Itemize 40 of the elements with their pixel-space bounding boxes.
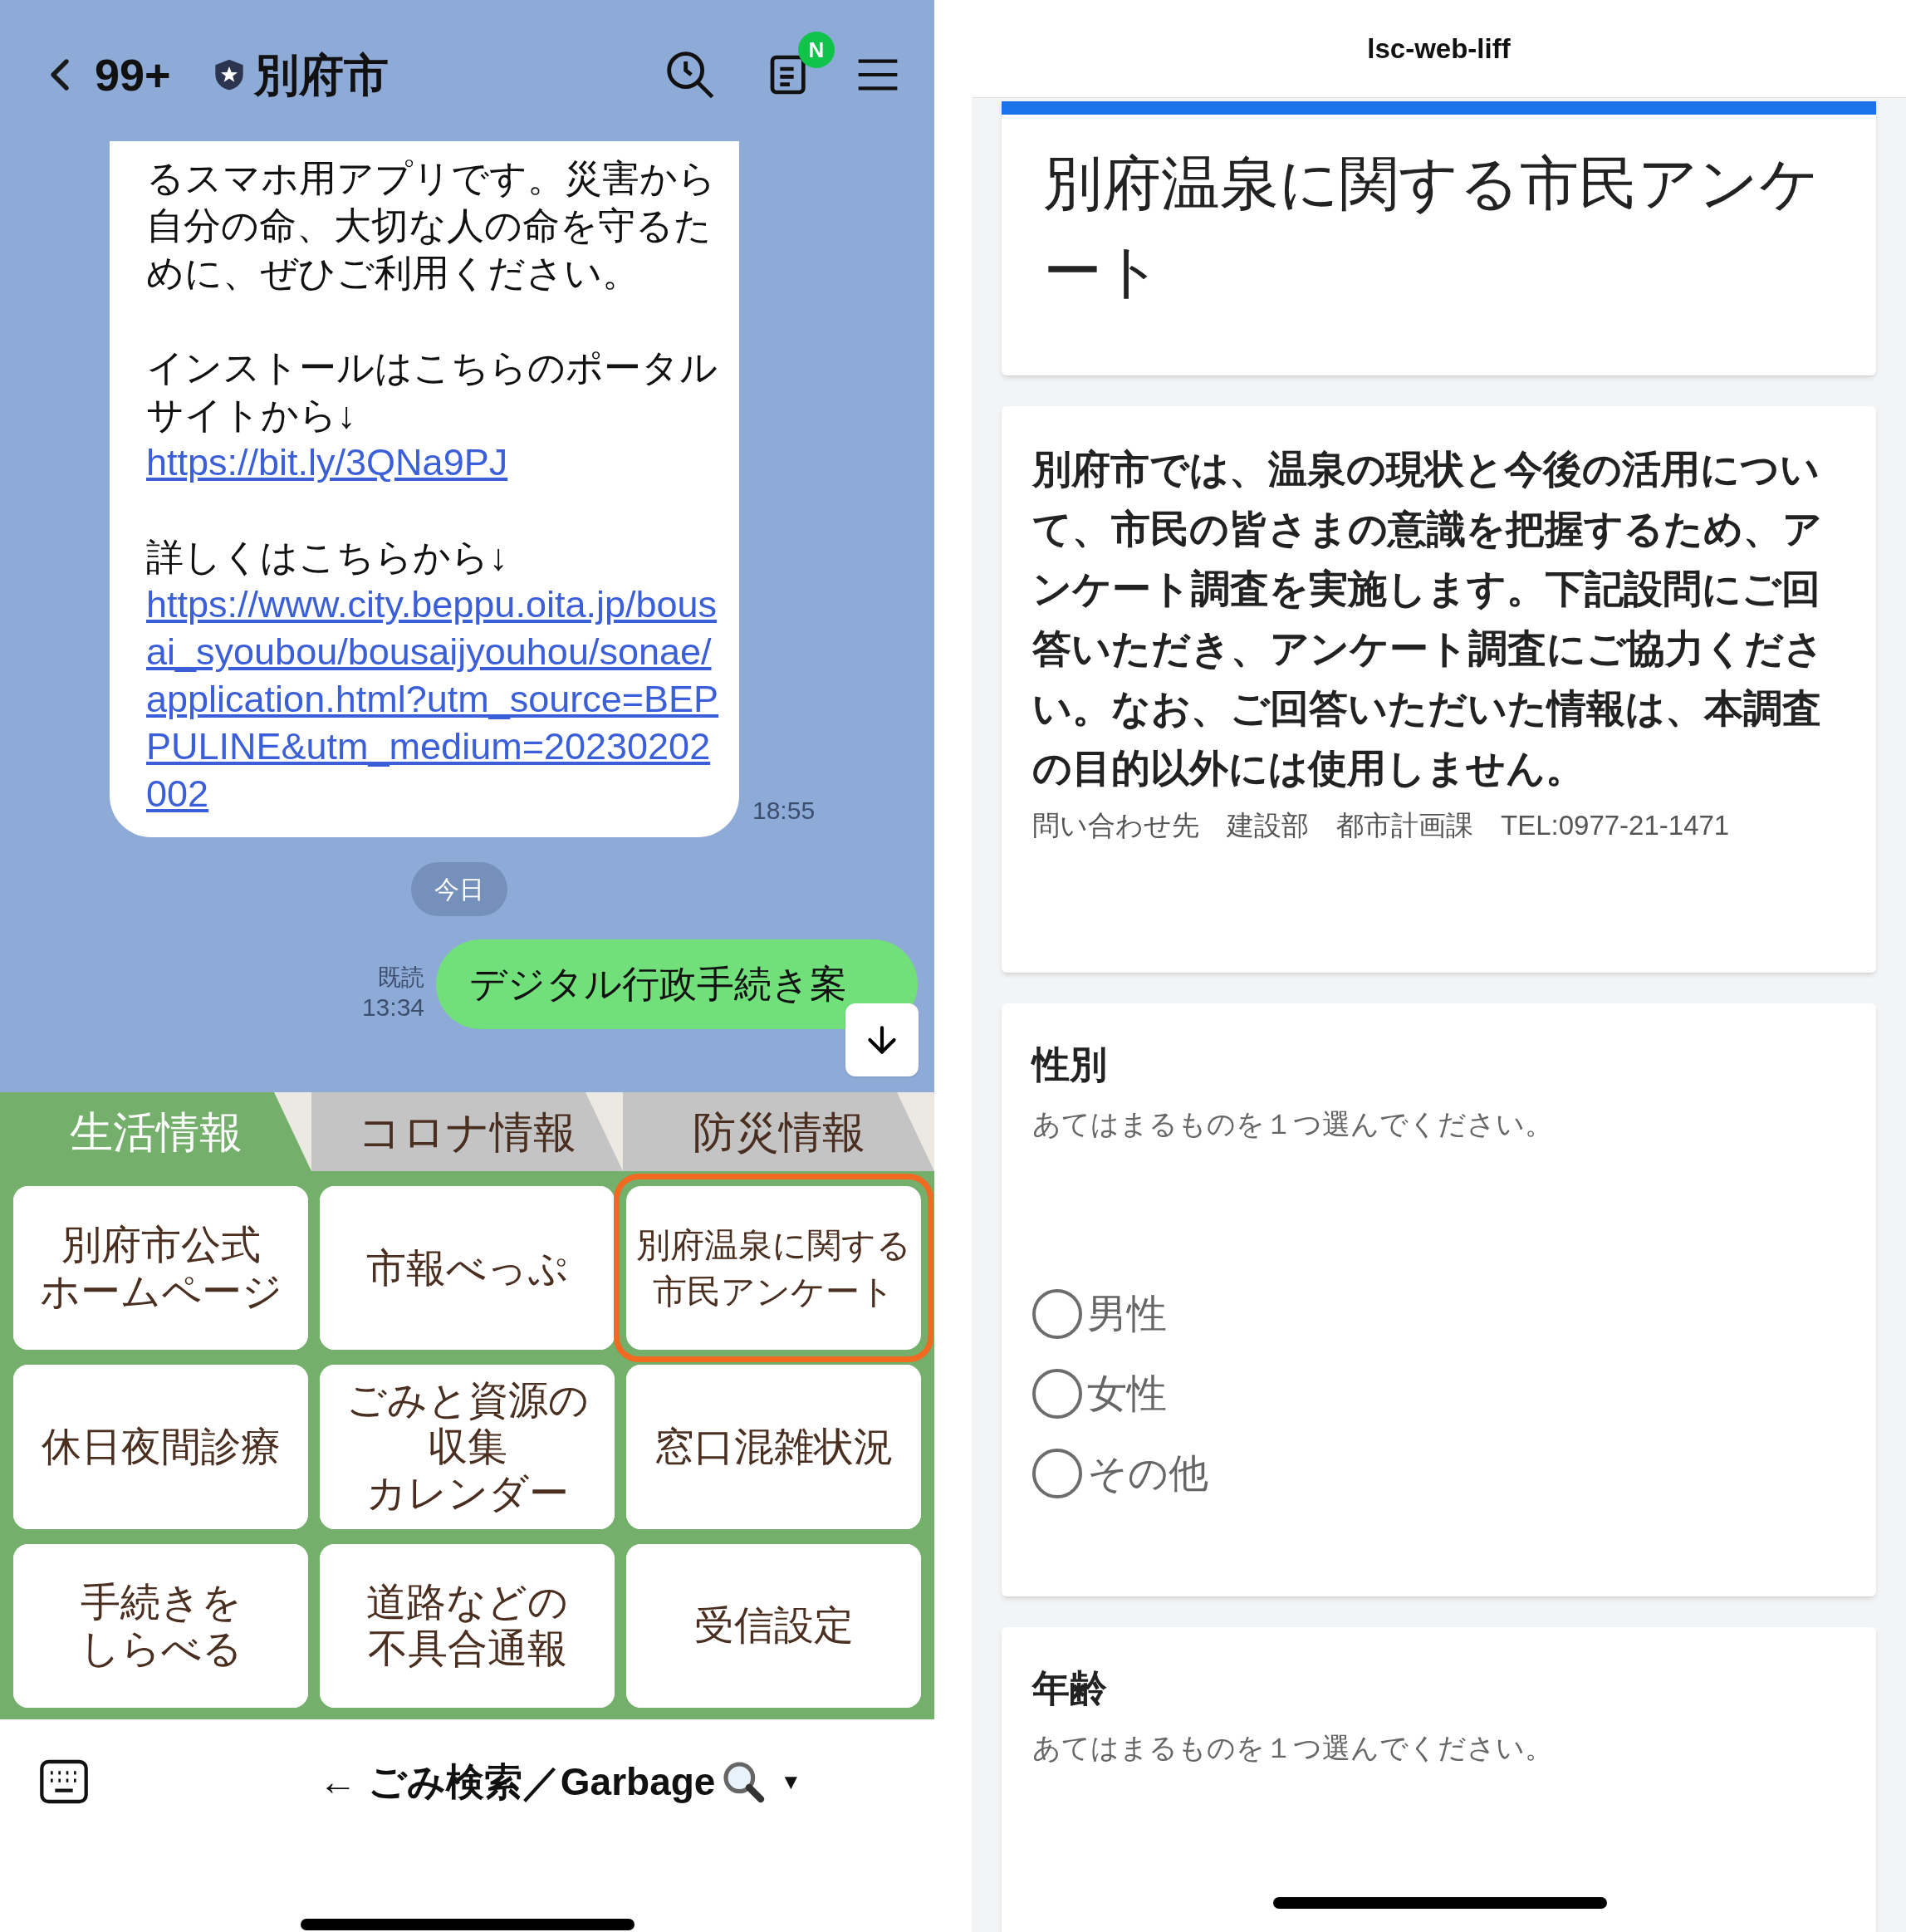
contact-info: 問い合わせ先 建設部 都市計画課 TEL:0977-21-1471	[1032, 809, 1731, 842]
radio-button[interactable]	[1032, 1368, 1082, 1419]
menu-item[interactable]: 休日夜間診療	[13, 1365, 308, 1529]
question-title: 性別	[1032, 1042, 1108, 1087]
message-text: 詳しくはこちらから↓	[146, 535, 509, 580]
read-receipt: 既読	[378, 964, 424, 992]
sent-time: 13:34	[361, 993, 424, 1022]
option-label: 男性	[1087, 1290, 1167, 1337]
highlighted-menu-item[interactable]: 別府温泉に関する 市民アンケート	[614, 1174, 933, 1363]
question-hint: あてはまるものを１つ選んでください。	[1032, 1106, 1554, 1141]
question-title: 年齢	[1032, 1666, 1108, 1711]
page-title: lsc-web-liff	[1367, 32, 1511, 66]
message-time: 18:55	[752, 796, 816, 826]
menu-item[interactable]: ごみと資源の 収集 カレンダー	[320, 1365, 615, 1529]
radio-button[interactable]	[1032, 1288, 1082, 1339]
message-link[interactable]: https://bit.ly/3QNa9PJ	[146, 439, 728, 486]
menu-tab[interactable]: 防災情報	[623, 1092, 934, 1171]
menu-item[interactable]: 手続きを しらべる	[13, 1543, 308, 1708]
new-badge: N	[798, 32, 835, 68]
message-text: インストールはこちらのポータルサイトから↓	[146, 346, 718, 438]
chat-title: 別府市	[253, 48, 389, 101]
menu-item[interactable]: 別府市公式 ホームページ	[13, 1186, 308, 1351]
option-label: その他	[1087, 1449, 1208, 1497]
sent-message-bubble: デジタル行政手続き案	[436, 939, 918, 1029]
unread-count: 99+	[95, 48, 171, 101]
menu-item[interactable]: 市報べっぷ	[320, 1186, 615, 1351]
date-chip: 今日	[410, 862, 507, 916]
option-label: 女性	[1087, 1370, 1167, 1417]
message-text: るスマホ用アプリです。災害から自分の命、大切な人の命を守るために、ぜひご利用ください。	[146, 156, 717, 296]
radio-button[interactable]	[1032, 1448, 1082, 1498]
menu-item[interactable]: 道路などの 不具合通報	[320, 1543, 615, 1708]
menu-item[interactable]: 受信設定	[626, 1543, 921, 1708]
question-hint: あてはまるものを１つ選んでください。	[1032, 1730, 1554, 1765]
menu-item[interactable]: 窓口混雑状況	[626, 1365, 921, 1529]
scroll-down-button[interactable]	[845, 1003, 919, 1076]
message-link[interactable]: https://www.city.beppu.oita.jp/bousai_syoubou/bousaijyouhou/sonae/application.html?utm_source=BEPPULINE&utm_medium=20230202002	[146, 581, 728, 817]
form-title: 別府温泉に関する市民アンケート	[1043, 150, 1820, 306]
menu-tab[interactable]: コロナ情報	[311, 1092, 623, 1171]
rich-menu-toggle[interactable]: ← ごみ検索／Garbage ▼	[319, 1753, 802, 1811]
form-description: 別府市では、温泉の現状と今後の活用について、市民の皆さまの意識を把握するため、アンケート調査を実施します。下記設問にご回答いただき、アンケート調査にご協力ください。なお、ご回答いただいた情報は、本調査の目的以外には使用しません。	[1032, 446, 1825, 792]
